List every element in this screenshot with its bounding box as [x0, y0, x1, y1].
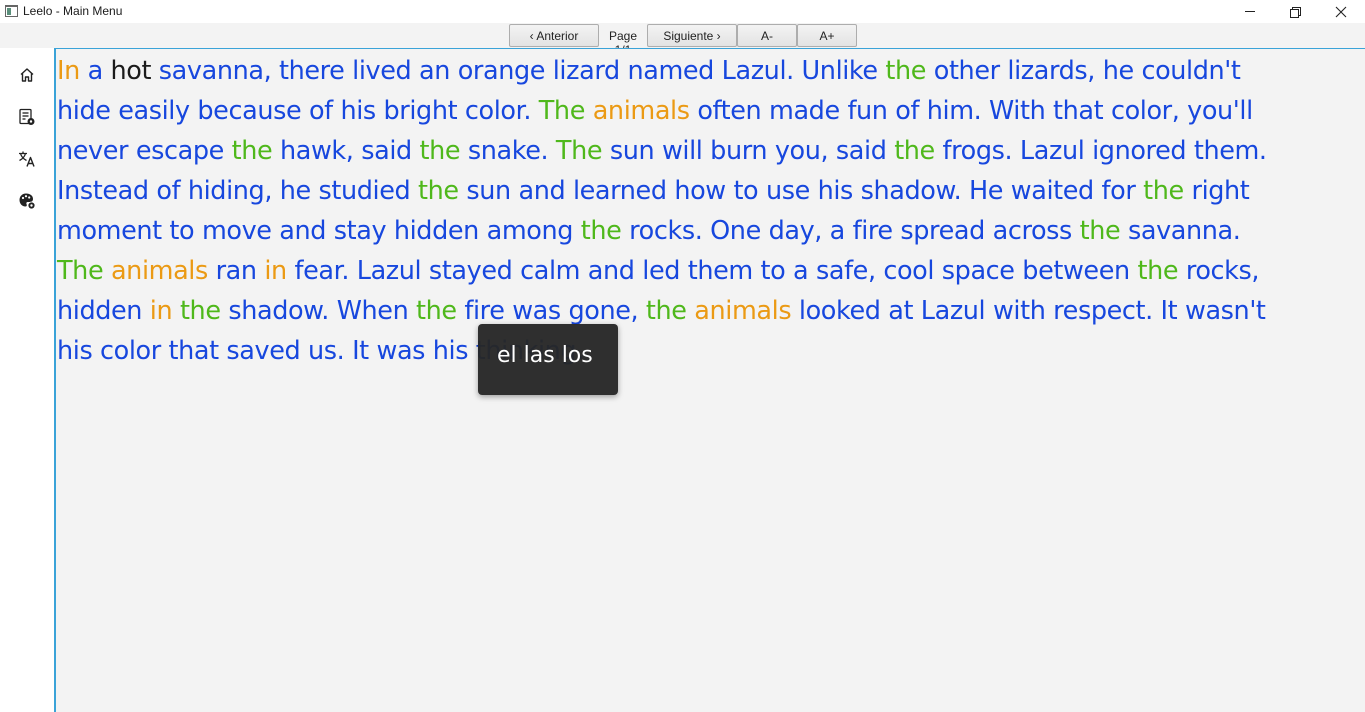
highlighted-word[interactable]: the	[180, 296, 221, 326]
translation-tooltip: el las los	[478, 324, 618, 395]
restore-icon	[1290, 6, 1301, 18]
text-line: In a hot savanna, there lived an orange …	[57, 51, 1357, 91]
story-text[interactable]: In a hot savanna, there lived an orange …	[57, 51, 1357, 371]
text-segment: a	[79, 56, 111, 86]
list-settings-icon	[19, 108, 35, 125]
text-line: hidden in the shadow. When the fire was …	[57, 291, 1357, 331]
app-icon	[5, 5, 18, 17]
text-segment: hawk, said	[272, 136, 420, 166]
highlighted-word[interactable]: the	[894, 136, 935, 166]
decrease-font-button[interactable]: A-	[737, 24, 797, 47]
text-segment: sun will burn you, said	[602, 136, 895, 166]
text-segment: hide easily because of his bright color.	[57, 96, 539, 126]
text-segment: rocks,	[1178, 256, 1260, 286]
text-segment: ran	[207, 256, 265, 286]
highlighted-word[interactable]: the	[885, 56, 926, 86]
previous-page-button[interactable]: ‹ Anterior	[509, 24, 599, 47]
highlighted-word[interactable]: in	[150, 296, 173, 326]
text-segment: fire was gone,	[456, 296, 646, 326]
highlighted-word[interactable]: the	[232, 136, 273, 166]
reader-pane[interactable]: In a hot savanna, there lived an orange …	[54, 48, 1365, 712]
palette-settings-icon	[19, 193, 36, 210]
toolbar: ‹ Anterior Page 1/1 Siguiente › A- A+	[0, 23, 1365, 57]
text-segment: moment to move and stay hidden among	[57, 216, 581, 246]
highlighted-word[interactable]: the	[581, 216, 622, 246]
text-line: his color that saved us. It was his thin…	[57, 331, 1357, 371]
highlighted-word[interactable]: In	[57, 56, 80, 86]
text-segment: hidden	[57, 296, 150, 326]
home-icon	[20, 68, 34, 82]
sidebar-item-documents[interactable]	[17, 107, 37, 127]
highlighted-word[interactable]: the	[1137, 256, 1178, 286]
highlighted-word[interactable]: The	[539, 96, 586, 126]
highlighted-word[interactable]: the	[646, 296, 687, 326]
text-segment: often made fun of him. With that color, …	[689, 96, 1253, 126]
text-segment: savanna, there lived an orange lizard na…	[151, 56, 886, 86]
highlighted-word[interactable]: the	[420, 136, 461, 166]
text-segment	[585, 96, 593, 126]
next-page-button[interactable]: Siguiente ›	[647, 24, 737, 47]
title-bar[interactable]: Leelo - Main Menu	[0, 0, 1365, 23]
highlighted-word[interactable]: the	[1080, 216, 1121, 246]
close-button[interactable]	[1318, 0, 1364, 23]
text-segment: frogs. Lazul ignored them.	[934, 136, 1267, 166]
sidebar-item-translate[interactable]	[17, 149, 37, 169]
highlighted-word[interactable]: in	[264, 256, 287, 286]
highlighted-word[interactable]: animals	[111, 256, 208, 286]
highlighted-word[interactable]: animals	[694, 296, 791, 326]
increase-font-button[interactable]: A+	[797, 24, 857, 47]
window-title: Leelo - Main Menu	[23, 4, 123, 18]
translate-icon	[19, 151, 35, 167]
highlighted-word[interactable]: The	[556, 136, 603, 166]
text-segment: looked at Lazul with respect. It wasn't	[791, 296, 1266, 326]
sidebar-item-appearance[interactable]	[17, 191, 37, 211]
app-window: Leelo - Main Menu ‹ Anterior Page 1/1 Si…	[0, 0, 1365, 712]
highlighted-word[interactable]: animals	[593, 96, 690, 126]
text-segment: never escape	[57, 136, 232, 166]
sidebar-item-home[interactable]	[17, 65, 37, 85]
highlighted-word[interactable]: the	[416, 296, 457, 326]
sidebar	[0, 48, 54, 712]
minimize-icon	[1245, 11, 1255, 12]
text-line: Instead of hiding, he studied the sun an…	[57, 171, 1357, 211]
text-segment	[103, 256, 111, 286]
text-segment: right	[1183, 176, 1250, 206]
text-segment: Instead of hiding, he studied	[57, 176, 418, 206]
text-line: never escape the hawk, said the snake. T…	[57, 131, 1357, 171]
highlighted-word[interactable]: hot	[111, 56, 152, 86]
highlighted-word[interactable]: The	[57, 256, 104, 286]
text-segment: snake.	[460, 136, 556, 166]
maximize-button[interactable]	[1272, 0, 1318, 23]
text-line: hide easily because of his bright color.…	[57, 91, 1357, 131]
text-segment	[172, 296, 180, 326]
text-segment: fear. Lazul stayed calm and led them to …	[286, 256, 1138, 286]
text-line: The animals ran in fear. Lazul stayed ca…	[57, 251, 1357, 291]
text-line: moment to move and stay hidden among the…	[57, 211, 1357, 251]
text-segment: rocks. One day, a fire spread across	[621, 216, 1080, 246]
text-segment: savanna.	[1120, 216, 1241, 246]
highlighted-word[interactable]: the	[1143, 176, 1184, 206]
highlighted-word[interactable]: the	[418, 176, 459, 206]
close-icon	[1335, 6, 1347, 17]
text-segment: shadow. When	[220, 296, 417, 326]
text-segment: sun and learned how to use his shadow. H…	[458, 176, 1144, 206]
text-segment: other lizards, he couldn't	[926, 56, 1241, 86]
minimize-button[interactable]	[1227, 0, 1273, 23]
